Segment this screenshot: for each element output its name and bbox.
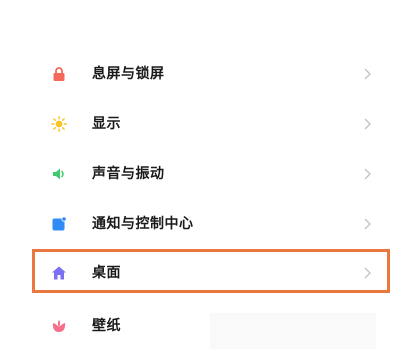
settings-item-label: 壁纸 <box>92 318 121 334</box>
settings-list: 息屏与锁屏 显示 声音与振动 通知与控制中心 桌面 壁纸 <box>0 0 409 355</box>
settings-item-lock-screen[interactable]: 息屏与锁屏 <box>0 54 409 94</box>
notification-icon <box>51 216 67 232</box>
chevron-right-icon <box>362 266 372 280</box>
speaker-icon <box>51 166 67 182</box>
chevron-right-icon <box>362 117 372 131</box>
chevron-right-icon <box>362 167 372 181</box>
settings-item-label: 桌面 <box>92 265 121 281</box>
lock-icon <box>51 66 67 82</box>
settings-item-home-screen[interactable]: 桌面 <box>0 253 409 293</box>
settings-item-sound-vibration[interactable]: 声音与振动 <box>0 154 409 194</box>
settings-item-label: 声音与振动 <box>92 166 165 182</box>
sun-icon <box>51 116 67 132</box>
settings-item-display[interactable]: 显示 <box>0 104 409 144</box>
flower-icon <box>51 318 67 334</box>
settings-item-label: 显示 <box>92 116 121 132</box>
settings-item-label: 息屏与锁屏 <box>92 66 165 82</box>
chevron-right-icon <box>362 67 372 81</box>
faded-overlay <box>210 313 376 349</box>
settings-item-notifications[interactable]: 通知与控制中心 <box>0 204 409 244</box>
settings-item-label: 通知与控制中心 <box>92 216 194 232</box>
home-icon <box>51 265 67 281</box>
chevron-right-icon <box>362 217 372 231</box>
